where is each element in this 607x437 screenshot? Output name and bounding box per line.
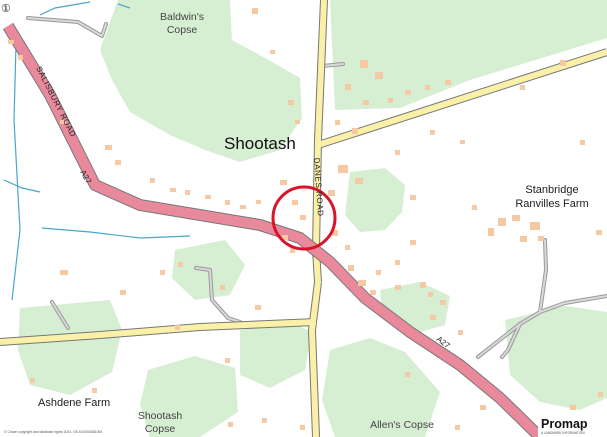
place-label-shootash-copse-line1: Shootash (138, 410, 183, 422)
north-arrow-icon: ① (1, 3, 11, 15)
place-label-shootash-copse-line2: Copse (145, 423, 176, 435)
road-label-salisbury-road: SALISBURY ROAD (34, 65, 78, 139)
promap-logo-name: Promap (541, 417, 588, 431)
place-label-stanbridge-line2: Ranvilles Farm (515, 198, 588, 210)
promap-logo: Promap A LANDMARK INFORMATION (538, 413, 607, 437)
place-label-ashdene-farm: Ashdene Farm (38, 397, 110, 409)
place-label-baldwins-copse-line2: Copse (167, 24, 198, 36)
place-label-baldwins-copse-line1: Baldwin's (160, 11, 204, 23)
place-label-shootash: Shootash (224, 134, 296, 153)
copyright-text: © Crown copyright and database rights 20… (4, 430, 102, 434)
map-canvas: SALISBURY ROAD DANES ROAD A27 A27 Shoota… (0, 0, 607, 437)
promap-logo-tagline: A LANDMARK INFORMATION (541, 431, 585, 435)
site-location-map: SALISBURY ROAD DANES ROAD A27 A27 Shoota… (0, 0, 607, 437)
place-label-stanbridge-line1: Stanbridge (525, 184, 578, 196)
place-label-allens-copse: Allen's Copse (370, 419, 434, 431)
